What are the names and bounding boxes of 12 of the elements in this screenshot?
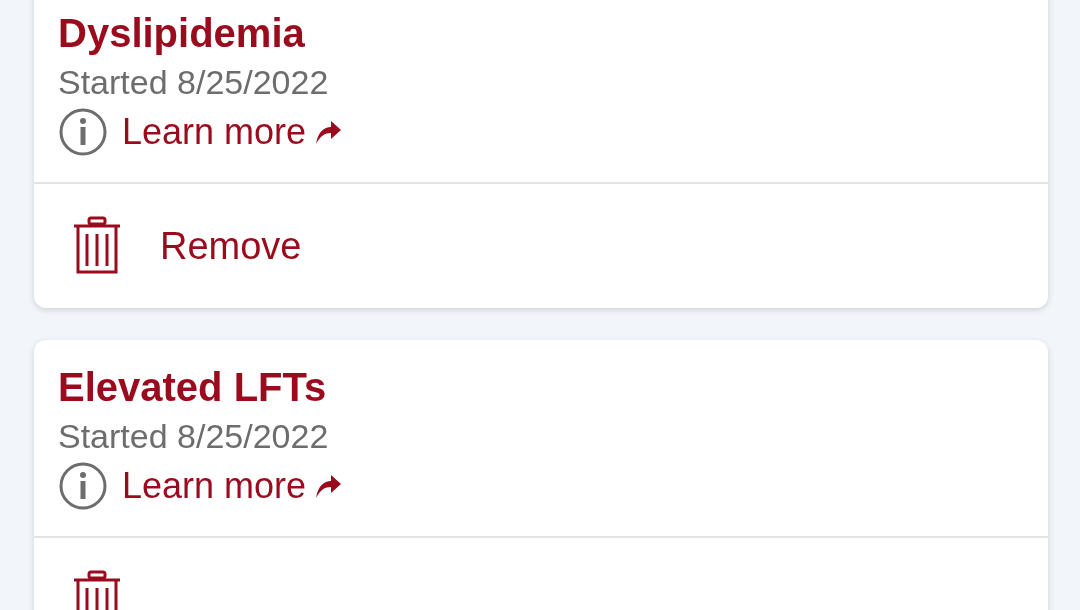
info-icon: [58, 461, 108, 511]
learn-more-link[interactable]: Learn more: [122, 111, 343, 153]
condition-title: Elevated LFTs: [58, 364, 328, 411]
start-date: Started 8/25/2022: [58, 416, 330, 457]
learn-more-link[interactable]: Learn more: [122, 465, 343, 507]
start-date: Started 8/25/2022: [58, 62, 330, 103]
condition-title: Dyslipidemia: [58, 10, 306, 57]
external-link-icon: [314, 472, 343, 500]
external-link-icon: [314, 118, 343, 146]
info-icon: [58, 107, 108, 157]
remove-button[interactable]: Remove: [160, 223, 302, 269]
trash-icon: [72, 216, 122, 276]
